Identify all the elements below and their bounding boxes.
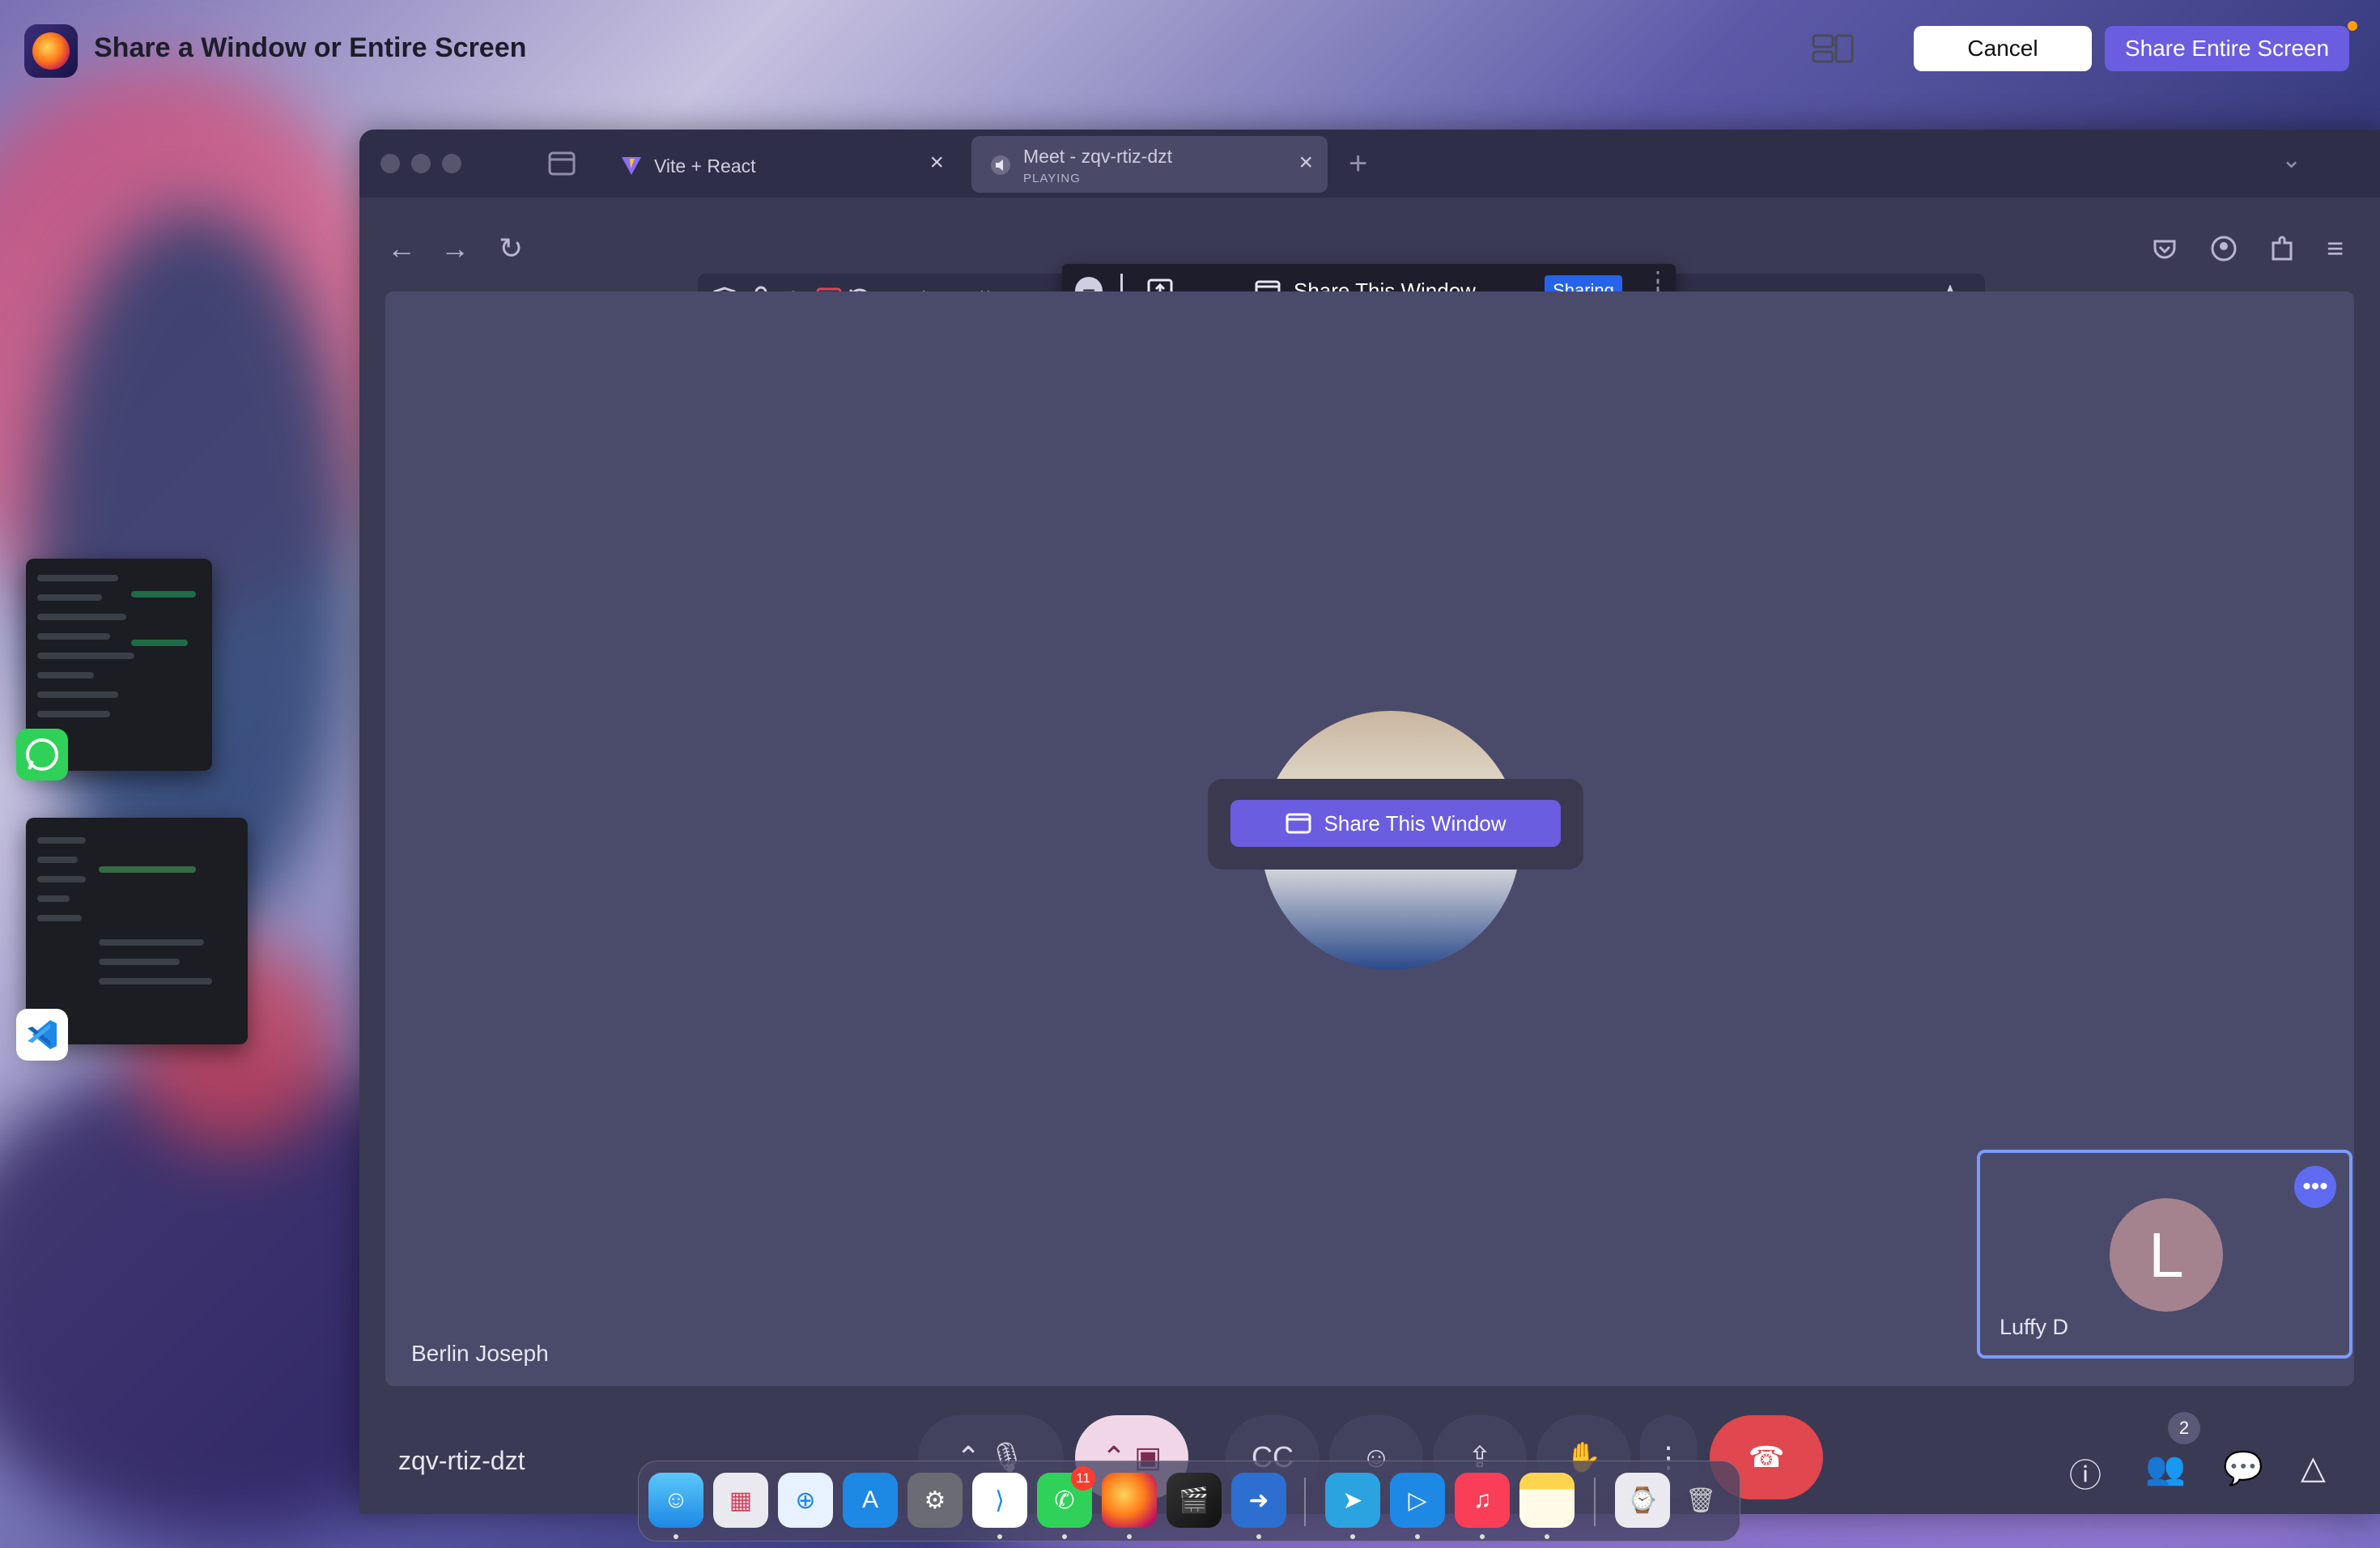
close-tab-icon[interactable]: × bbox=[929, 149, 944, 176]
running-indicator bbox=[1127, 1534, 1132, 1539]
back-icon[interactable]: ← bbox=[387, 232, 416, 266]
pocket-icon[interactable] bbox=[2152, 236, 2178, 262]
running-indicator bbox=[1062, 1534, 1067, 1539]
people-count-badge: 2 bbox=[2168, 1412, 2200, 1444]
vscode-icon bbox=[16, 1009, 68, 1061]
firefox-icon bbox=[24, 24, 78, 78]
window-layout-icon[interactable] bbox=[1812, 32, 1854, 65]
watch-icon[interactable]: ⌚ bbox=[1615, 1473, 1670, 1528]
info-icon[interactable]: ⓘ bbox=[2069, 1449, 2102, 1496]
share-this-window-button[interactable]: Share This Window bbox=[1230, 800, 1561, 847]
safari-icon[interactable]: ⊕ bbox=[778, 1473, 833, 1528]
reload-icon[interactable]: ↻ bbox=[499, 232, 523, 266]
tab-label: Vite + React bbox=[654, 155, 756, 176]
sidebar-icon[interactable] bbox=[547, 151, 576, 176]
privacy-indicator-dot bbox=[2348, 21, 2357, 31]
main-participant-name: Berlin Joseph bbox=[411, 1341, 549, 1366]
app-store-icon[interactable]: A bbox=[843, 1473, 898, 1528]
people-icon[interactable]: 👥 bbox=[2145, 1449, 2186, 1487]
system-settings-icon[interactable]: ⚙ bbox=[907, 1473, 963, 1528]
running-indicator bbox=[1350, 1534, 1355, 1539]
tab-meet[interactable]: Meet - zqv-rtiz-dzt PLAYING × bbox=[971, 136, 1328, 193]
share-this-window-label: Share This Window bbox=[1324, 810, 1507, 836]
dock-separator bbox=[1594, 1478, 1596, 1526]
launchpad-icon[interactable]: ▦ bbox=[713, 1473, 768, 1528]
firefox-dock-icon[interactable] bbox=[1102, 1473, 1157, 1528]
meet-stage: Share This Window Berlin Joseph L ••• Lu… bbox=[385, 291, 2354, 1386]
dock-separator bbox=[1304, 1478, 1306, 1526]
notes-icon[interactable] bbox=[1519, 1473, 1575, 1528]
share-picker-bar: Share a Window or Entire Screen Cancel S… bbox=[0, 0, 2380, 104]
final-cut-icon[interactable]: 🎬 bbox=[1167, 1473, 1222, 1528]
close-window-button[interactable] bbox=[380, 154, 400, 173]
share-window-panel: Share This Window bbox=[1208, 779, 1583, 870]
speaker-icon[interactable] bbox=[989, 154, 1012, 176]
running-indicator bbox=[674, 1534, 678, 1539]
activities-icon[interactable]: △ bbox=[2301, 1449, 2326, 1486]
chevron-down-icon[interactable]: ⌄ bbox=[2281, 146, 2301, 174]
whatsapp-icon bbox=[16, 729, 68, 780]
picker-title: Share a Window or Entire Screen bbox=[94, 32, 527, 63]
close-tab-icon[interactable]: × bbox=[1298, 149, 1313, 176]
meeting-code: zqv-rtiz-dzt bbox=[398, 1446, 525, 1475]
forward-icon[interactable]: → bbox=[440, 232, 470, 266]
running-indicator bbox=[1256, 1534, 1261, 1539]
macos-dock: ☺ ▦ ⊕ A ⚙ ⟩ ✆ 11 🎬 ➜ ➤ ▷ ♫ ⌚ 🗑 bbox=[638, 1461, 1740, 1542]
more-options-icon[interactable]: ••• bbox=[2294, 1166, 2336, 1208]
finder-icon[interactable]: ☺ bbox=[648, 1473, 703, 1528]
window-icon bbox=[1286, 813, 1311, 834]
extensions-icon[interactable] bbox=[2268, 235, 2296, 262]
participant-name: Luffy D bbox=[2000, 1315, 2069, 1339]
menu-icon[interactable]: ≡ bbox=[2327, 232, 2344, 266]
notification-badge: 11 bbox=[1071, 1466, 1095, 1491]
tab-playing-label: PLAYING bbox=[1023, 172, 1081, 185]
zoom-window-button[interactable] bbox=[442, 154, 461, 173]
participant-avatar-initial: L bbox=[2110, 1198, 2223, 1312]
participant-tile[interactable]: L ••• Luffy D bbox=[1977, 1150, 2352, 1359]
running-indicator bbox=[1480, 1534, 1485, 1539]
cancel-button[interactable]: Cancel bbox=[1914, 26, 2092, 71]
music-icon[interactable]: ♫ bbox=[1455, 1473, 1510, 1528]
telegram-icon[interactable]: ➤ bbox=[1325, 1473, 1380, 1528]
share-entire-screen-button[interactable]: Share Entire Screen bbox=[2105, 26, 2349, 71]
running-indicator bbox=[1415, 1534, 1420, 1539]
vite-icon bbox=[622, 157, 641, 175]
running-indicator bbox=[1545, 1534, 1549, 1539]
tab-label: Meet - zqv-rtiz-dzt bbox=[1023, 146, 1173, 167]
minimize-window-button[interactable] bbox=[411, 154, 431, 173]
trash-icon[interactable]: 🗑 bbox=[1673, 1473, 1728, 1528]
prime-video-icon[interactable]: ▷ bbox=[1390, 1473, 1445, 1528]
tab-strip: Vite + React × Meet - zqv-rtiz-dzt PLAYI… bbox=[359, 130, 2380, 198]
firefox-window[interactable]: Vite + React × Meet - zqv-rtiz-dzt PLAYI… bbox=[359, 130, 2380, 1514]
migration-icon[interactable]: ➜ bbox=[1231, 1473, 1286, 1528]
vscode-dock-icon[interactable]: ⟩ bbox=[972, 1473, 1027, 1528]
running-indicator bbox=[997, 1534, 1002, 1539]
account-icon[interactable] bbox=[2210, 235, 2238, 262]
new-tab-icon[interactable]: + bbox=[1349, 146, 1367, 182]
tab-vite-react[interactable]: Vite + React × bbox=[602, 136, 958, 193]
chat-icon[interactable]: 💬 bbox=[2223, 1449, 2263, 1487]
